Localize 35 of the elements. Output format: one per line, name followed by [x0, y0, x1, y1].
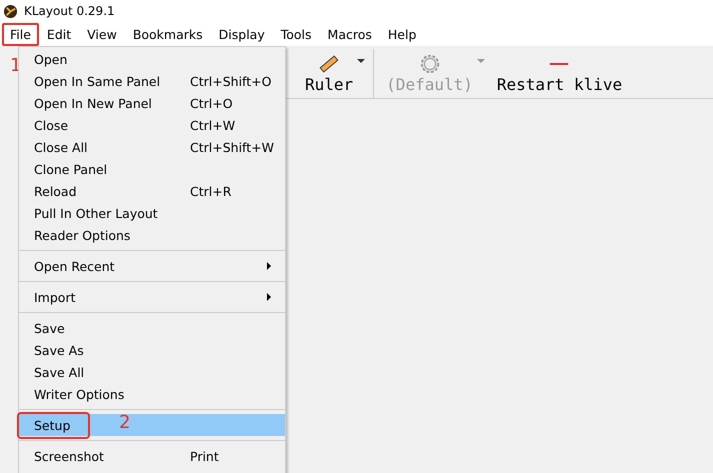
menu-item[interactable]: Macros — [320, 22, 380, 46]
gear-icon — [418, 53, 441, 75]
menu-item[interactable]: Open Recent — [19, 255, 285, 277]
menu-item[interactable]: Reload Ctrl+R — [19, 180, 285, 202]
menu-item[interactable]: Setup 2 — [19, 414, 285, 436]
window-title: KLayout 0.29.1 — [24, 4, 115, 18]
menu-item[interactable]: Import — [19, 286, 285, 308]
app-logo-icon — [3, 4, 18, 18]
callout-number: 2 — [119, 412, 130, 433]
menu-item[interactable]: Close All Ctrl+Shift+W — [19, 136, 285, 158]
toolbar-button[interactable]: Restart klive — [492, 49, 626, 98]
menu-item[interactable]: Save As — [19, 339, 285, 361]
submenu-arrow-icon — [267, 262, 271, 270]
menu-item[interactable]: View — [79, 22, 125, 46]
menu-item[interactable]: Reader Options — [19, 224, 285, 246]
menu-item[interactable]: Tools — [272, 22, 320, 46]
menu-item[interactable]: Close Ctrl+W — [19, 114, 285, 136]
menu-item[interactable]: Open In New Panel Ctrl+O — [19, 92, 285, 114]
menu-item[interactable]: Bookmarks — [124, 22, 211, 46]
dropdown-caret-icon[interactable] — [357, 58, 366, 62]
menu-item[interactable]: File — [2, 22, 39, 46]
menu-item[interactable]: Open In Same Panel Ctrl+Shift+O — [19, 70, 285, 92]
toolbar-button[interactable]: Ruler — [301, 49, 358, 98]
submenu-arrow-icon — [267, 293, 271, 301]
menu-item[interactable]: Save All — [19, 361, 285, 383]
menu-item[interactable]: Save — [19, 317, 285, 339]
menu-item[interactable]: Edit — [38, 22, 80, 46]
menu-item[interactable]: Display — [210, 22, 273, 46]
menu-item[interactable]: Pull In Other Layout — [19, 202, 285, 224]
menu-item[interactable]: Help — [380, 22, 424, 46]
menu-item[interactable]: Writer Options — [19, 383, 285, 405]
strikethrough-icon — [548, 60, 570, 68]
menu-item[interactable]: Clone Panel — [19, 158, 285, 180]
menu-item[interactable]: Screenshot Print — [19, 445, 285, 467]
menu-item[interactable]: Open — [19, 48, 285, 70]
